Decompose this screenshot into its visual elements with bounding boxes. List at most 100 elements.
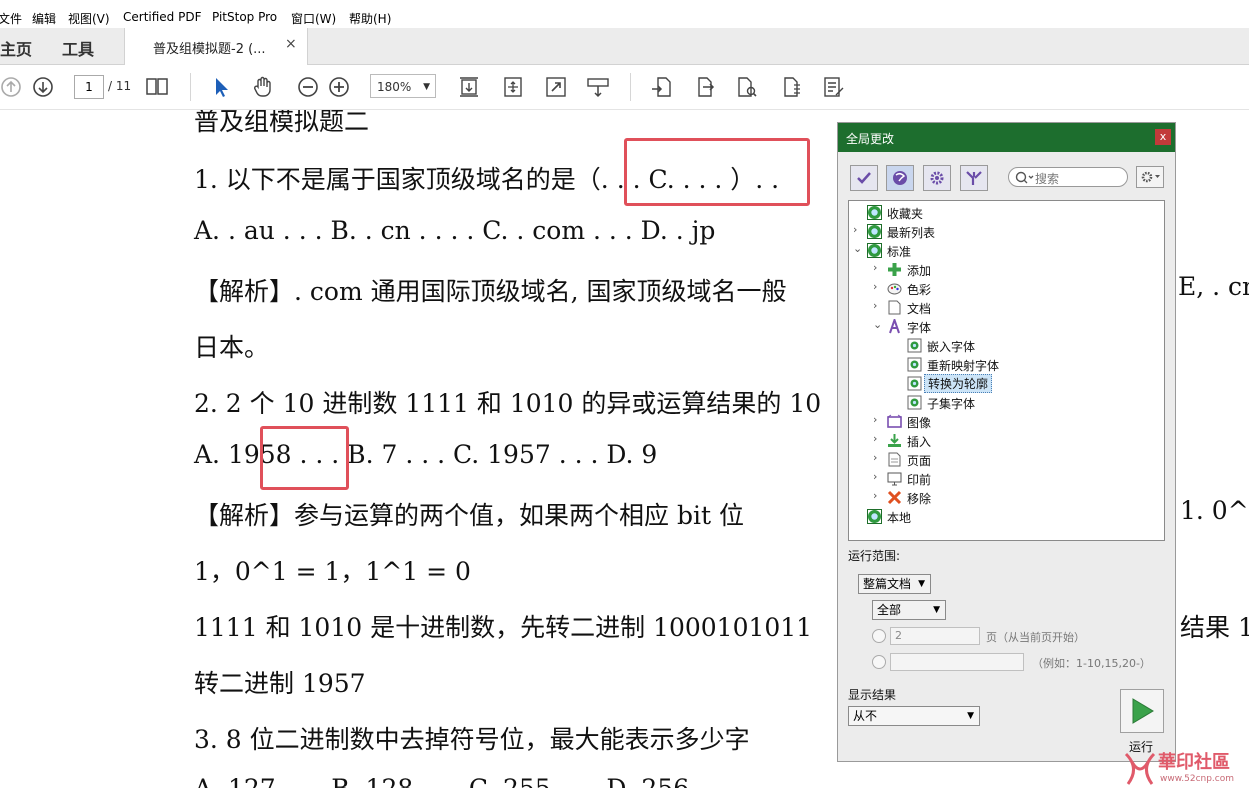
settings-button[interactable] xyxy=(923,165,951,191)
pitstop-preflight-icon[interactable] xyxy=(822,75,846,99)
tree-item-label: 页面 xyxy=(907,454,932,468)
zoom-value: 180% xyxy=(377,80,412,94)
menu-view[interactable]: 视图(V) xyxy=(68,10,110,27)
tab-home[interactable]: 主页 xyxy=(0,36,32,60)
search-input[interactable]: 搜索 xyxy=(1008,167,1128,187)
options-menu-button[interactable] xyxy=(1136,166,1164,188)
scope-select[interactable]: 整篇文档 ▼ xyxy=(858,574,931,594)
insert-icon xyxy=(888,434,901,447)
menu-certified-pdf[interactable]: Certified PDF xyxy=(123,10,202,24)
tree-item[interactable]: › 添加 xyxy=(873,260,1159,279)
doc-line: A. . au . . . B. . cn . . . . C. . com .… xyxy=(194,216,716,245)
menu-window[interactable]: 窗口(W) xyxy=(291,10,336,27)
chevron-right-icon[interactable]: › xyxy=(873,470,887,483)
tree-item[interactable]: › 最新列表 xyxy=(853,222,1159,241)
tree-item[interactable]: ⌄ 标准 xyxy=(853,241,1159,260)
action-icon xyxy=(907,395,922,410)
zoom-select[interactable]: 180% ▼ xyxy=(370,74,436,98)
chevron-right-icon[interactable]: › xyxy=(873,413,887,426)
tree-item[interactable]: › 印前 xyxy=(873,469,1159,488)
close-icon[interactable]: × xyxy=(285,36,297,52)
pitstop-edit-icon[interactable] xyxy=(650,75,674,99)
chevron-right-icon[interactable]: › xyxy=(853,223,867,236)
tree-item-label: 嵌入字体 xyxy=(927,340,976,354)
tree-item[interactable]: 转换为轮廓 xyxy=(893,374,1159,393)
pitstop-action-icon[interactable] xyxy=(693,75,717,99)
panel-title-bar[interactable]: 全局更改 x xyxy=(838,123,1175,152)
full-screen-icon[interactable] xyxy=(544,75,568,99)
chevron-right-icon[interactable]: › xyxy=(873,451,887,464)
page-range-radio[interactable] xyxy=(872,655,886,669)
run-scope-label: 运行范围: xyxy=(848,549,901,563)
page-number-input[interactable]: 1 xyxy=(74,75,104,99)
zoom-out-icon[interactable] xyxy=(296,75,320,99)
doc-line: A. 127 . . . B. 128 . . . C. 255 . . . D… xyxy=(194,774,689,788)
two-page-view-icon[interactable] xyxy=(145,75,169,99)
show-results-select[interactable]: 从不 ▼ xyxy=(848,706,980,726)
tree-item-label: 印前 xyxy=(907,473,932,487)
tree-item[interactable]: › 文档 xyxy=(873,298,1159,317)
chevron-right-icon[interactable]: › xyxy=(873,489,887,502)
panel-title: 全局更改 xyxy=(846,132,895,146)
pitstop-inspect-icon[interactable] xyxy=(735,75,759,99)
menu-pitstop-pro[interactable]: PitStop Pro xyxy=(212,10,277,24)
select-cursor-icon[interactable] xyxy=(210,75,234,99)
tree-item-label: 移除 xyxy=(907,492,932,506)
checkmark-button[interactable] xyxy=(850,165,878,191)
gear-icon xyxy=(1141,171,1160,183)
zoom-in-icon[interactable] xyxy=(327,75,351,99)
global-change-panel: 全局更改 x 搜索 收藏夹 › 最新列表 ⌄ 标准 › 添加 › 色彩 › 文档… xyxy=(837,122,1176,762)
toolbar-separator xyxy=(190,73,191,101)
scope-sub-select[interactable]: 全部 ▼ xyxy=(872,600,946,620)
tree-item-label: 本地 xyxy=(887,511,912,525)
tab-tools[interactable]: 工具 xyxy=(62,36,94,60)
fit-page-icon[interactable] xyxy=(458,75,482,99)
run-button[interactable] xyxy=(1120,689,1164,733)
scroll-mode-icon[interactable] xyxy=(586,75,610,99)
tree-item[interactable]: › 移除 xyxy=(873,488,1159,507)
page-count-radio[interactable] xyxy=(872,629,886,643)
global-change-button[interactable] xyxy=(886,165,914,191)
tree-item[interactable]: 本地 xyxy=(853,507,1159,526)
tree-item[interactable]: › 插入 xyxy=(873,431,1159,450)
menu-file[interactable]: 文件 xyxy=(0,10,22,27)
page-down-icon[interactable] xyxy=(31,75,55,99)
doc-line: 日本。 xyxy=(194,333,270,362)
globe-icon xyxy=(867,509,882,524)
funnel-icon xyxy=(966,171,982,185)
chevron-right-icon[interactable]: › xyxy=(873,280,887,293)
pitstop-fix-icon[interactable] xyxy=(780,75,804,99)
action-tree[interactable]: 收藏夹 › 最新列表 ⌄ 标准 › 添加 › 色彩 › 文档 ⌄ 字体 嵌入字体 重新映射字体 转换为轮廓 子集… xyxy=(848,200,1165,541)
menu-help[interactable]: 帮助(H) xyxy=(349,10,391,27)
hand-tool-icon[interactable] xyxy=(251,75,275,99)
tree-item[interactable]: ⌄ 字体 xyxy=(873,317,1159,336)
gear-icon xyxy=(930,171,944,185)
action-list-button[interactable] xyxy=(960,165,988,191)
tree-item[interactable]: › 页面 xyxy=(873,450,1159,469)
tree-item[interactable]: 子集字体 xyxy=(893,393,1159,412)
tree-item[interactable]: 嵌入字体 xyxy=(893,336,1159,355)
page-up-icon[interactable] xyxy=(0,75,24,99)
chevron-right-icon[interactable]: › xyxy=(873,261,887,274)
chevron-down-icon[interactable]: ⌄ xyxy=(873,318,887,331)
action-icon xyxy=(907,357,922,372)
toolbar-separator xyxy=(630,73,631,101)
chevron-right-icon[interactable]: › xyxy=(873,299,887,312)
tree-item-label: 色彩 xyxy=(907,283,932,297)
page-count-input[interactable]: 2 xyxy=(890,627,980,645)
remove-icon xyxy=(887,490,902,505)
fit-width-icon[interactable] xyxy=(501,75,525,99)
chevron-right-icon[interactable]: › xyxy=(873,432,887,445)
tree-item[interactable]: › 色彩 xyxy=(873,279,1159,298)
watermark-url: www.52cnp.com xyxy=(1160,774,1235,784)
tab-document[interactable]: 普及组模拟题-2 (... × xyxy=(124,28,308,65)
tree-item[interactable]: 收藏夹 xyxy=(853,203,1159,222)
menu-edit[interactable]: 编辑 xyxy=(32,10,56,27)
chevron-down-icon[interactable]: ⌄ xyxy=(853,242,867,255)
page-total: / 11 xyxy=(108,79,132,93)
tree-item[interactable]: 重新映射字体 xyxy=(893,355,1159,374)
page-range-input[interactable] xyxy=(890,653,1024,671)
tree-item[interactable]: › 图像 xyxy=(873,412,1159,431)
doc-line-fragment: 1. 0^ xyxy=(1180,496,1249,525)
close-icon[interactable]: x xyxy=(1155,129,1171,145)
